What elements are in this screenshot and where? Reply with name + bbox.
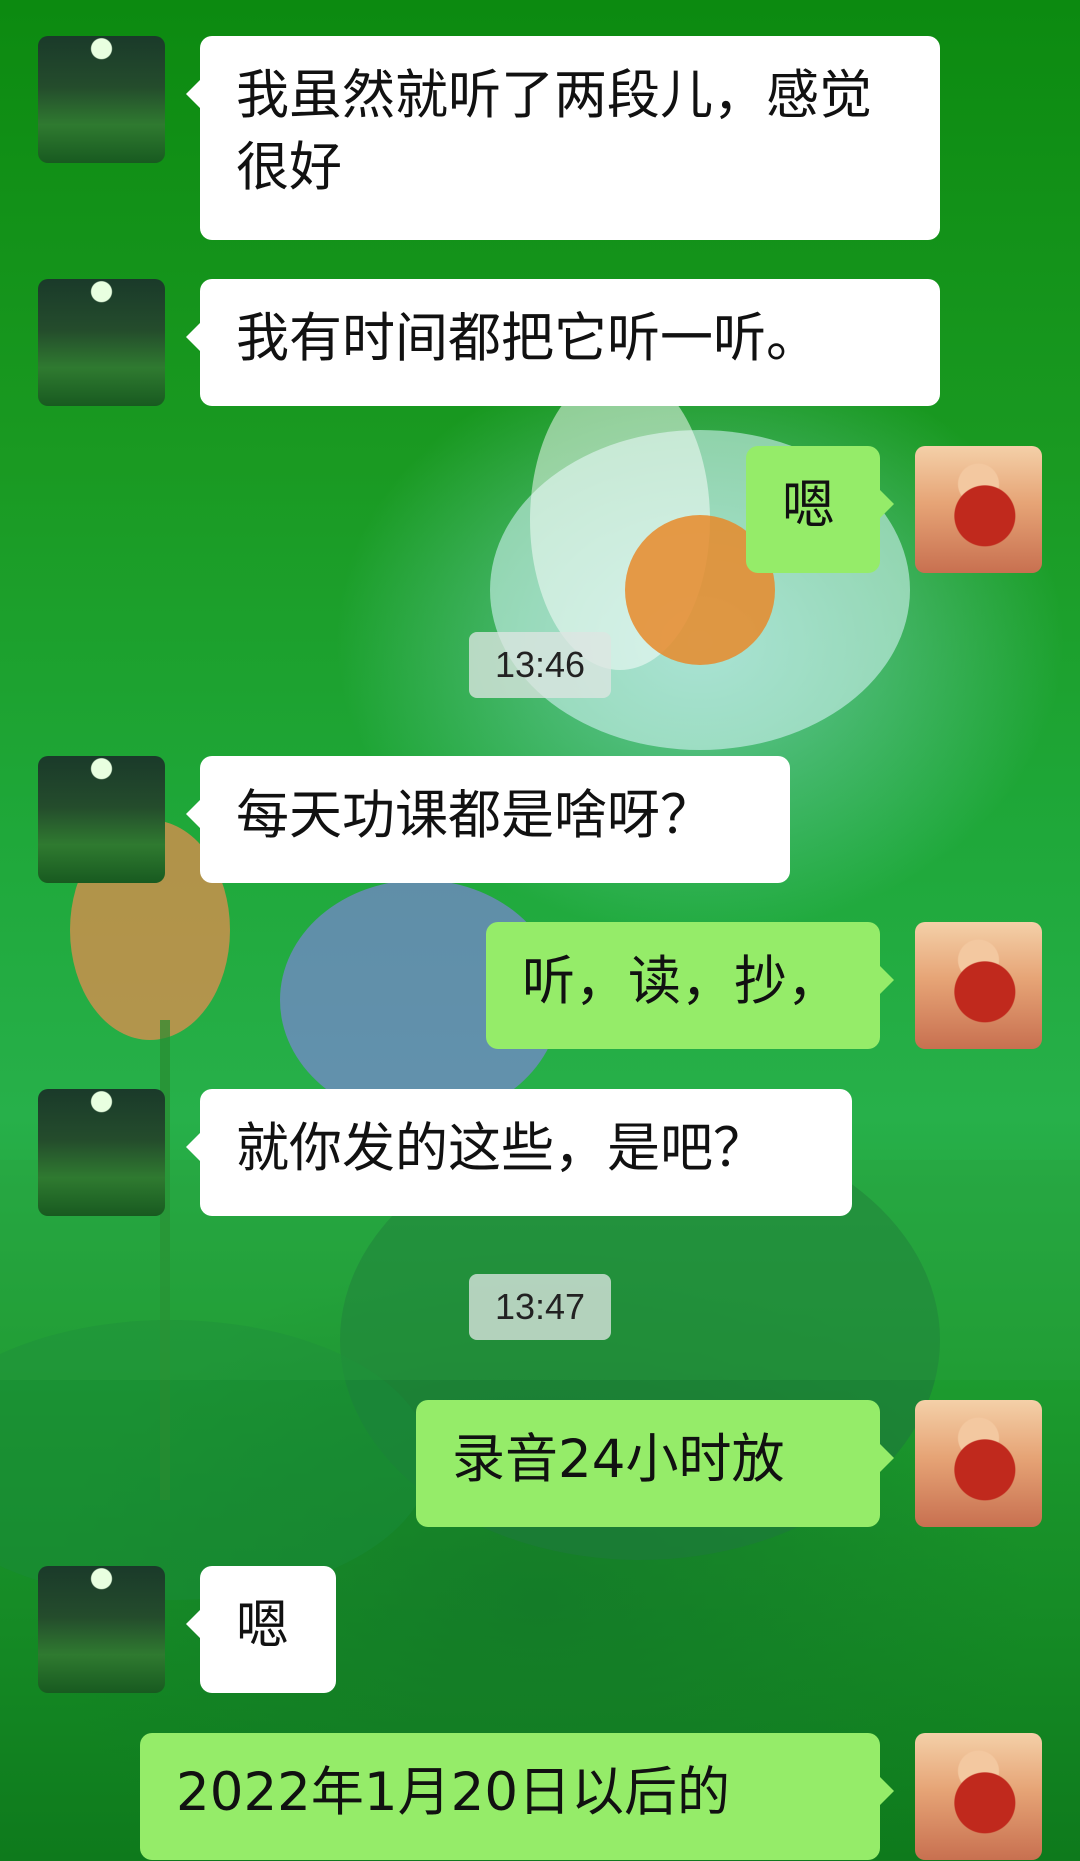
message-text: 听，读，抄， — [522, 951, 840, 1012]
incoming-message-bubble[interactable]: 每天功课都是啥呀？ — [186, 756, 790, 883]
outgoing-message-bubble[interactable]: 录音24小时放 — [416, 1400, 894, 1527]
my-avatar[interactable] — [915, 446, 1042, 573]
my-avatar[interactable] — [915, 922, 1042, 1049]
outgoing-message-bubble[interactable]: 嗯 — [746, 446, 894, 573]
incoming-message-bubble[interactable]: 嗯 — [186, 1566, 336, 1693]
contact-avatar[interactable] — [38, 36, 165, 163]
timestamp: 13:46 — [469, 632, 611, 698]
my-avatar[interactable] — [915, 1733, 1042, 1860]
message-text: 每天功课都是啥呀？ — [236, 785, 713, 846]
contact-avatar[interactable] — [38, 1566, 165, 1693]
message-text: 嗯 — [236, 1595, 289, 1656]
my-avatar[interactable] — [915, 1400, 1042, 1527]
message-text: 录音24小时放 — [452, 1429, 785, 1490]
incoming-message-bubble[interactable]: 我虽然就听了两段儿，感觉很好 — [186, 36, 940, 240]
incoming-message-bubble[interactable]: 我有时间都把它听一听。 — [186, 279, 940, 406]
message-text: 我有时间都把它听一听。 — [236, 308, 819, 369]
message-text: 我虽然就听了两段儿，感觉很好 — [236, 65, 872, 198]
outgoing-message-bubble[interactable]: 2022年1月20日以后的 — [140, 1733, 894, 1860]
message-text: 嗯 — [782, 475, 835, 536]
message-text: 2022年1月20日以后的 — [176, 1762, 731, 1823]
outgoing-message-bubble[interactable]: 听，读，抄， — [486, 922, 894, 1049]
incoming-message-bubble[interactable]: 就你发的这些，是吧？ — [186, 1089, 852, 1216]
contact-avatar[interactable] — [38, 756, 165, 883]
contact-avatar[interactable] — [38, 1089, 165, 1216]
timestamp: 13:47 — [469, 1274, 611, 1340]
message-text: 就你发的这些，是吧？ — [236, 1118, 766, 1179]
contact-avatar[interactable] — [38, 279, 165, 406]
